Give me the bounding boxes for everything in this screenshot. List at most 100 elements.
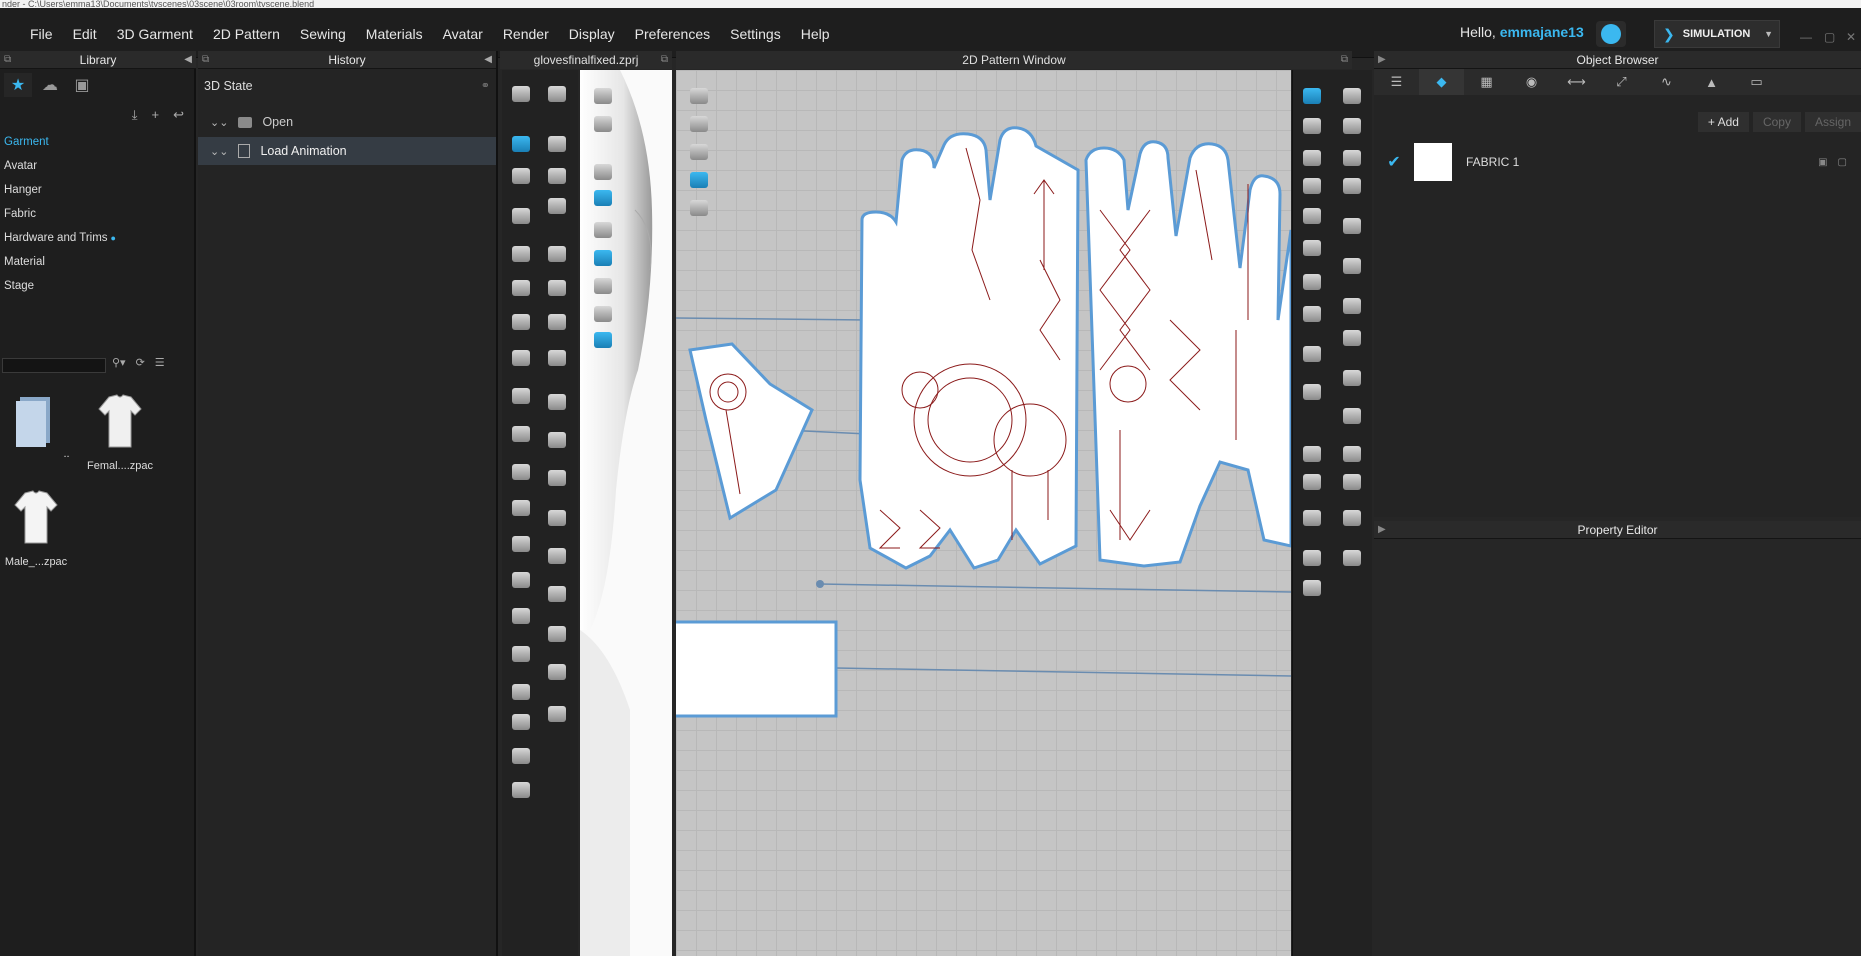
button-tab-icon[interactable]: ◉ <box>1509 69 1554 95</box>
display-measure-icon[interactable] <box>590 218 616 242</box>
display-shading-icon[interactable] <box>590 274 616 298</box>
undock-icon[interactable]: ⧉ <box>661 51 668 69</box>
pipe-tool-icon[interactable] <box>544 276 570 300</box>
topstitch-tool-icon[interactable] <box>1339 470 1365 494</box>
measure-tool-icon[interactable] <box>508 276 534 300</box>
segment-sewing-tool-icon[interactable] <box>1339 404 1365 428</box>
outfit-tool-icon[interactable] <box>508 778 534 802</box>
tape-tool-icon[interactable] <box>508 346 534 370</box>
display-pins-icon[interactable] <box>590 160 616 184</box>
display-garment-icon[interactable] <box>590 112 616 136</box>
assign-button[interactable]: Assign <box>1804 112 1861 132</box>
category-stage[interactable]: Stage <box>4 274 116 298</box>
avatar-pose-tool-icon[interactable] <box>1299 546 1325 570</box>
transform-tool-icon[interactable] <box>544 82 570 106</box>
ruler-tool-icon[interactable] <box>508 710 534 734</box>
display-strain-icon[interactable] <box>590 186 616 210</box>
hardware-tool-icon[interactable] <box>544 428 570 452</box>
minimize-icon[interactable]: — <box>1800 30 1812 44</box>
fabric-list-item[interactable]: ✔ FABRIC 1 ▣ ▢ <box>1374 141 1861 183</box>
undock-icon[interactable]: ⧉ <box>202 51 209 69</box>
simulation-dropdown-icon[interactable]: ▼ <box>1764 29 1773 39</box>
add-icon[interactable]: + <box>152 107 160 123</box>
edit-point-tool-icon[interactable] <box>1299 114 1325 138</box>
duplicate-icon[interactable]: ▣ <box>1818 157 1827 168</box>
back-icon[interactable]: ↩ <box>173 107 184 123</box>
gift-tool-icon[interactable] <box>1339 546 1365 570</box>
cloud-tab-icon[interactable]: ☁ <box>36 73 64 97</box>
sewing-tool-icon[interactable] <box>508 310 534 334</box>
measure-tab-icon[interactable]: ▭ <box>1734 69 1779 95</box>
library-item-parent-folder[interactable]: .. <box>0 391 80 460</box>
trim-tool-icon[interactable] <box>1299 270 1325 294</box>
favorites-tab-icon[interactable]: ★ <box>4 73 32 97</box>
camera-tool-icon[interactable] <box>508 460 534 484</box>
fold-tool-icon[interactable] <box>1339 294 1365 318</box>
menu-3d-garment[interactable]: 3D Garment <box>107 26 203 42</box>
button-tool-icon[interactable] <box>544 194 570 218</box>
polygon-tool-icon[interactable] <box>1299 146 1325 170</box>
tack-tool-icon[interactable] <box>544 164 570 188</box>
brush-tool-icon[interactable] <box>508 164 534 188</box>
delete-icon[interactable]: ▢ <box>1838 157 1847 168</box>
maximize-icon[interactable]: ▢ <box>1824 30 1835 44</box>
topstitch-tab-icon[interactable]: ⤢ <box>1599 69 1644 95</box>
pattern-lock-icon[interactable] <box>686 196 712 220</box>
menu-edit[interactable]: Edit <box>63 26 107 42</box>
avatar-tool-icon[interactable] <box>508 242 534 266</box>
library-item-male-zpac[interactable]: Male_...zpac <box>0 487 76 568</box>
hanger-tool-icon[interactable] <box>508 744 534 768</box>
refresh-icon[interactable]: ⟳ <box>136 356 145 369</box>
pose-tool-icon[interactable] <box>508 568 534 592</box>
menu-settings[interactable]: Settings <box>720 26 791 42</box>
category-fabric[interactable]: Fabric <box>4 202 116 226</box>
garment-layer-tool-icon[interactable] <box>508 496 534 520</box>
undock-icon[interactable]: ⧉ <box>4 51 11 69</box>
pattern-garment-icon[interactable] <box>686 112 712 136</box>
add-button[interactable]: + Add <box>1697 112 1749 132</box>
lighting-tool-icon[interactable] <box>508 422 534 446</box>
menu-render[interactable]: Render <box>493 26 559 42</box>
garment-fit-tool-icon[interactable] <box>508 204 534 228</box>
needle-tool-icon[interactable] <box>508 384 534 408</box>
list-tab-icon[interactable]: ☰ <box>1374 69 1419 95</box>
arrange-tool-icon[interactable] <box>508 642 534 666</box>
edge-tool-icon[interactable] <box>544 622 570 646</box>
graphic-tab-icon[interactable]: ▦ <box>1464 69 1509 95</box>
expand-chevron-icon[interactable]: ⌄⌄ <box>210 116 228 129</box>
seam-tool-icon[interactable] <box>1299 342 1325 366</box>
pattern-transform-tool-icon[interactable] <box>1339 84 1365 108</box>
free-sewing-tool-icon[interactable] <box>1339 442 1365 466</box>
category-avatar[interactable]: Avatar <box>4 154 116 178</box>
pattern-fabric-icon[interactable] <box>686 168 712 192</box>
library-search-input[interactable] <box>2 358 106 373</box>
strap-tool-icon[interactable] <box>508 680 534 704</box>
category-material[interactable]: Material <box>4 250 116 274</box>
menu-preferences[interactable]: Preferences <box>625 26 720 42</box>
menu-sewing[interactable]: Sewing <box>290 26 356 42</box>
pattern-edit-tool-icon[interactable] <box>1299 84 1325 108</box>
figure-tool-icon[interactable] <box>508 604 534 628</box>
puckering-tab-icon[interactable]: ∿ <box>1644 69 1689 95</box>
copy-button[interactable]: Copy <box>1752 112 1801 132</box>
display-environment-icon[interactable] <box>590 328 616 352</box>
search-icon[interactable]: ⚲▾ <box>112 356 126 369</box>
texture-tool-icon[interactable] <box>544 582 570 606</box>
category-hanger[interactable]: Hanger <box>4 178 116 202</box>
pin-tool-icon[interactable] <box>544 132 570 156</box>
display-avatar-icon[interactable] <box>590 84 616 108</box>
undock-icon[interactable]: ⧉ <box>1341 51 1348 69</box>
lock-tool-icon[interactable] <box>544 466 570 490</box>
menu-2d-pattern[interactable]: 2D Pattern <box>203 26 290 42</box>
text-tool-icon[interactable] <box>1299 442 1325 466</box>
ruler-measure-tool-icon[interactable] <box>1299 380 1325 404</box>
rectangle-tool-icon[interactable] <box>1339 146 1365 170</box>
history-row-load-animation[interactable]: ⌄⌄ Load Animation <box>198 137 496 165</box>
menu-file[interactable]: File <box>20 26 63 42</box>
pattern-canvas[interactable] <box>676 70 1291 956</box>
cloud-sync-button[interactable] <box>1596 21 1626 47</box>
expand-icon[interactable]: ▶ <box>1378 51 1386 69</box>
grading-tool-icon[interactable] <box>1299 506 1325 530</box>
fold-arrangement-tool-icon[interactable] <box>508 132 534 156</box>
print-tool-icon[interactable] <box>544 544 570 568</box>
